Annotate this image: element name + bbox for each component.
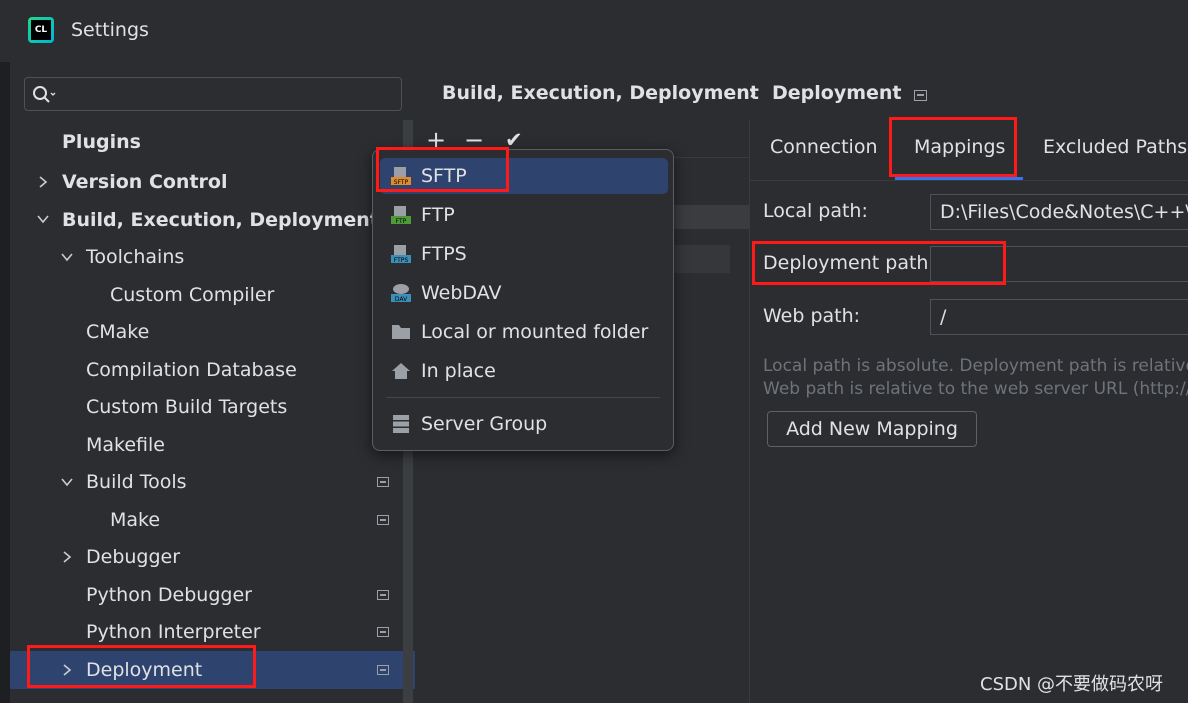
project-settings-icon: [377, 590, 389, 600]
project-settings-icon: [914, 90, 927, 101]
sidebar-item-plugins[interactable]: Plugins: [62, 125, 141, 159]
project-settings-icon: [377, 665, 389, 675]
sidebar-item-toolchains[interactable]: Toolchains: [86, 240, 184, 274]
sidebar-item-custom-build-targets[interactable]: Custom Build Targets: [86, 390, 287, 424]
sidebar-item-make[interactable]: Make: [110, 503, 160, 537]
annotation-box-deployment: [27, 645, 256, 688]
tab-connection[interactable]: Connection: [770, 136, 878, 158]
local-path-field[interactable]: D:\Files\Code&Notes\C++\: [930, 194, 1188, 230]
project-settings-icon: [377, 627, 389, 637]
menu-label: FTP: [421, 204, 455, 226]
menu-item-ftp[interactable]: FTP FTP: [380, 197, 668, 233]
title-bar: [0, 0, 1188, 62]
server-group-icon: [393, 415, 409, 433]
ftp-badge: FTP: [396, 218, 407, 225]
breadcrumb-parent: Build, Execution, Deployment: [442, 82, 759, 104]
menu-label: Server Group: [421, 413, 548, 435]
menu-label: Local or mounted folder: [421, 321, 649, 343]
webdav-badge: DAV: [395, 296, 408, 303]
webdav-icon: DAV: [391, 284, 411, 303]
sidebar-item-makefile[interactable]: Makefile: [86, 428, 165, 462]
menu-label: In place: [421, 360, 496, 382]
chevron-down-icon[interactable]: [36, 212, 50, 226]
chevron-down-icon[interactable]: [60, 475, 74, 489]
menu-label: WebDAV: [421, 282, 502, 304]
background-edge: [0, 0, 10, 703]
chevron-right-icon[interactable]: [36, 175, 50, 189]
sidebar-item-build-execution-deployment[interactable]: Build, Execution, Deployment: [62, 203, 379, 237]
sidebar-item-custom-compiler[interactable]: Custom Compiler: [110, 278, 274, 312]
menu-item-local-or-mounted-folder[interactable]: Local or mounted folder: [380, 314, 668, 350]
menu-item-ftps[interactable]: FTPS FTPS: [380, 236, 668, 272]
sidebar-item-cmake[interactable]: CMake: [86, 315, 149, 349]
web-path-label: Web path:: [763, 305, 861, 327]
watermark: CSDN @不要做码农呀: [980, 674, 1164, 695]
breadcrumb-current: Deployment: [772, 82, 902, 104]
project-settings-icon: [377, 477, 389, 487]
project-settings-icon: [377, 515, 389, 525]
local-path-label: Local path:: [763, 200, 868, 222]
menu-item-in-place[interactable]: In place: [380, 353, 668, 389]
window-title: Settings: [71, 19, 149, 41]
breadcrumb-separator: ›: [749, 82, 757, 104]
chevron-right-icon[interactable]: [60, 550, 74, 564]
annotation-box-deployment-path: [752, 241, 1006, 285]
search-icon[interactable]: [32, 85, 56, 105]
logo-text: CL: [31, 20, 51, 40]
sidebar-item-python-interpreter[interactable]: Python Interpreter: [86, 615, 261, 649]
hint-text: Local path is absolute. Deployment path …: [763, 356, 1188, 376]
annotation-box-mappings-tab: [889, 117, 1017, 177]
hint-text: Web path is relative to the web server U…: [763, 379, 1188, 399]
ftps-icon: FTPS: [391, 245, 411, 264]
settings-search-input[interactable]: [24, 77, 402, 111]
menu-item-server-group[interactable]: Server Group: [380, 406, 668, 442]
web-path-field[interactable]: /: [930, 299, 1188, 335]
sidebar-item-build-tools[interactable]: Build Tools: [86, 465, 187, 499]
annotation-box-sftp: [376, 147, 509, 192]
tabs-baseline: [750, 180, 1188, 181]
clion-logo-icon: CL: [28, 17, 54, 43]
ftps-badge: FTPS: [394, 257, 409, 264]
sidebar-item-debugger[interactable]: Debugger: [86, 540, 180, 574]
tab-excluded-paths[interactable]: Excluded Paths: [1043, 136, 1187, 158]
folder-icon: [392, 325, 410, 339]
chevron-down-icon[interactable]: [60, 250, 74, 264]
divider: [749, 120, 750, 703]
menu-label: FTPS: [421, 243, 467, 265]
sidebar-item-version-control[interactable]: Version Control: [62, 165, 227, 199]
active-tab-indicator: [895, 177, 1023, 180]
sidebar-item-compilation-database[interactable]: Compilation Database: [86, 353, 297, 387]
sidebar-item-python-debugger[interactable]: Python Debugger: [86, 578, 252, 612]
home-icon: [392, 363, 410, 379]
add-new-mapping-button[interactable]: Add New Mapping: [767, 411, 977, 447]
ftp-icon: FTP: [391, 206, 411, 225]
menu-item-webdav[interactable]: DAV WebDAV: [380, 275, 668, 311]
menu-separator: [386, 397, 660, 398]
